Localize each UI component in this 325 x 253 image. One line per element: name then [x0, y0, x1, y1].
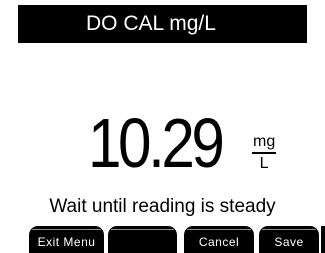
- reading-unit: mg L: [252, 134, 277, 172]
- save-softkey[interactable]: Save: [259, 226, 319, 253]
- cancel-label: Cancel: [198, 235, 240, 249]
- unit-denominator: L: [259, 155, 269, 172]
- reading-display: 10.29 mg L: [88, 90, 277, 182]
- reading-value: 10.29: [88, 104, 225, 182]
- cancel-softkey[interactable]: Cancel: [184, 226, 254, 253]
- blank-softkey[interactable]: [108, 226, 177, 253]
- unit-numerator: mg: [252, 134, 277, 154]
- screen-title-bar: DO CAL mg/L: [18, 5, 307, 43]
- screen-title: DO CAL mg/L: [86, 12, 216, 35]
- screen-edge-divider: [321, 226, 325, 253]
- save-label: Save: [274, 235, 304, 249]
- meter-screen: DO CAL mg/L 10.29 mg L Wait until readin…: [0, 0, 325, 253]
- status-message: Wait until reading is steady: [49, 196, 276, 217]
- exit-menu-label: Exit Menu: [37, 235, 96, 249]
- exit-menu-softkey[interactable]: Exit Menu: [29, 226, 104, 253]
